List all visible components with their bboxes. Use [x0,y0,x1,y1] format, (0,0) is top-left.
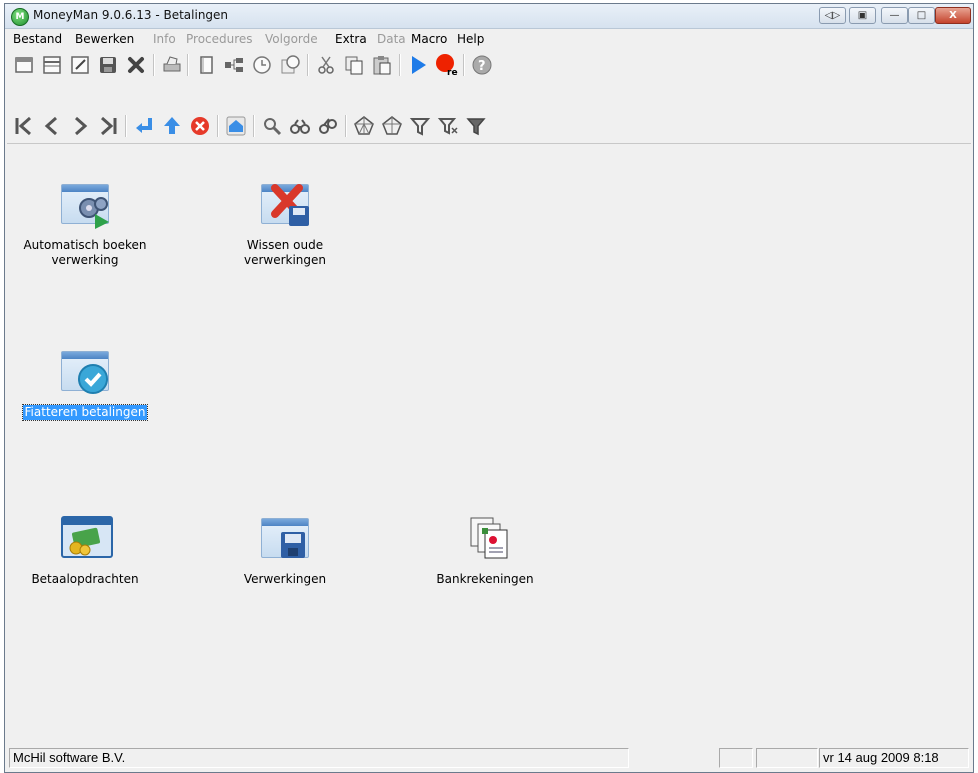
status-cell-2 [719,748,753,768]
play-icon[interactable] [405,52,431,78]
enter-icon[interactable] [131,113,157,139]
toolbar-separator [345,115,347,137]
home-icon[interactable] [223,113,249,139]
paste-icon[interactable] [369,52,395,78]
title-bar[interactable]: M MoneyMan 9.0.6.13 - Betalingen ◁▷ ▣ — … [5,4,973,29]
toolbar-separator [187,54,189,76]
new-icon[interactable] [11,52,37,78]
launcher-bankrekeningen[interactable]: Bankrekeningen [405,516,565,587]
toolbar-separator [253,115,255,137]
cancel-icon[interactable] [187,113,213,139]
menu-bar: Bestand Bewerken Info Procedures Volgord… [5,29,973,49]
launcher-label: Verwerkingen [243,572,327,586]
launcher-label: Wissen oude verwerkingen [243,238,327,267]
menu-volgorde[interactable]: Volgorde [265,32,318,46]
content-panel: Automatisch boeken verwerking Wissen oude… [7,143,971,744]
close-button[interactable]: X [935,7,971,24]
clock-check-icon[interactable] [249,52,275,78]
restore-document-button[interactable]: ▣ [849,7,876,24]
record-icon[interactable]: rec [433,52,459,78]
toolbar-separator [217,115,219,137]
navigation-toolbar [5,110,973,142]
main-toolbar: rec ? [5,49,973,81]
processings-icon [257,516,313,566]
web-advanced-icon[interactable] [379,113,405,139]
status-cell-3 [756,748,818,768]
first-icon[interactable] [11,113,37,139]
payment-orders-icon [57,516,113,566]
delete-old-icon [257,182,313,232]
record-label: rec [447,68,458,77]
menu-data[interactable]: Data [377,32,406,46]
last-icon[interactable] [95,113,121,139]
menu-info[interactable]: Info [153,32,176,46]
previous-icon[interactable] [39,113,65,139]
up-icon[interactable] [159,113,185,139]
toolbar-separator [399,54,401,76]
menu-extra[interactable]: Extra [335,32,367,46]
binoculars-advanced-icon[interactable] [315,113,341,139]
filter-active-icon[interactable] [463,113,489,139]
status-bar: McHil software B.V. vr 14 aug 2009 8:18 [7,746,971,770]
next-icon[interactable] [67,113,93,139]
toolbar-separator [153,54,155,76]
toolbar-separator [463,54,465,76]
save-icon[interactable] [95,52,121,78]
print-icon[interactable] [159,52,185,78]
clock-note-icon[interactable] [277,52,303,78]
menu-bestand[interactable]: Bestand [13,32,62,46]
launcher-verwerkingen[interactable]: Verwerkingen [205,516,365,587]
menu-procedures[interactable]: Procedures [186,32,253,46]
edit-icon[interactable] [67,52,93,78]
approve-payments-icon [57,349,113,399]
window-icon[interactable] [39,52,65,78]
toolbar-separator [125,115,127,137]
filter-remove-icon[interactable] [435,113,461,139]
delete-icon[interactable] [123,52,149,78]
launcher-betaalopdrachten[interactable]: Betaalopdrachten [5,516,165,587]
nav-arrows-button[interactable]: ◁▷ [819,7,846,24]
binoculars-icon[interactable] [287,113,313,139]
tree-icon[interactable] [221,52,247,78]
minimize-button[interactable]: — [881,7,908,24]
menu-macro[interactable]: Macro [411,32,447,46]
menu-help[interactable]: Help [457,32,484,46]
filter-icon[interactable] [407,113,433,139]
window-title: MoneyMan 9.0.6.13 - Betalingen [33,8,229,22]
cut-icon[interactable] [313,52,339,78]
bank-accounts-icon [457,516,513,566]
status-datetime: vr 14 aug 2009 8:18 [819,748,969,768]
toolbar-separator [307,54,309,76]
copy-icon[interactable] [341,52,367,78]
launcher-label: Betaalopdrachten [31,572,139,586]
app-logo-icon[interactable]: M [11,8,29,26]
launcher-fiatteren-betalingen[interactable]: Fiatteren betalingen [5,349,165,421]
launcher-label: Fiatteren betalingen [21,404,149,421]
launcher-wissen-oude-verwerkingen[interactable]: Wissen oude verwerkingen [205,182,365,268]
launcher-automatisch-boeken[interactable]: Automatisch boeken verwerking [5,182,165,268]
status-company: McHil software B.V. [9,748,629,768]
notebook-icon[interactable] [193,52,219,78]
main-window: M MoneyMan 9.0.6.13 - Betalingen ◁▷ ▣ — … [4,3,974,773]
web-icon[interactable] [351,113,377,139]
launcher-label: Bankrekeningen [436,572,534,586]
help-icon[interactable]: ? [469,52,495,78]
maximize-button[interactable]: □ [908,7,935,24]
auto-process-icon [57,182,113,232]
menu-bewerken[interactable]: Bewerken [75,32,134,46]
search-icon[interactable] [259,113,285,139]
launcher-label: Automatisch boeken verwerking [23,238,147,267]
help-label: ? [478,59,486,74]
